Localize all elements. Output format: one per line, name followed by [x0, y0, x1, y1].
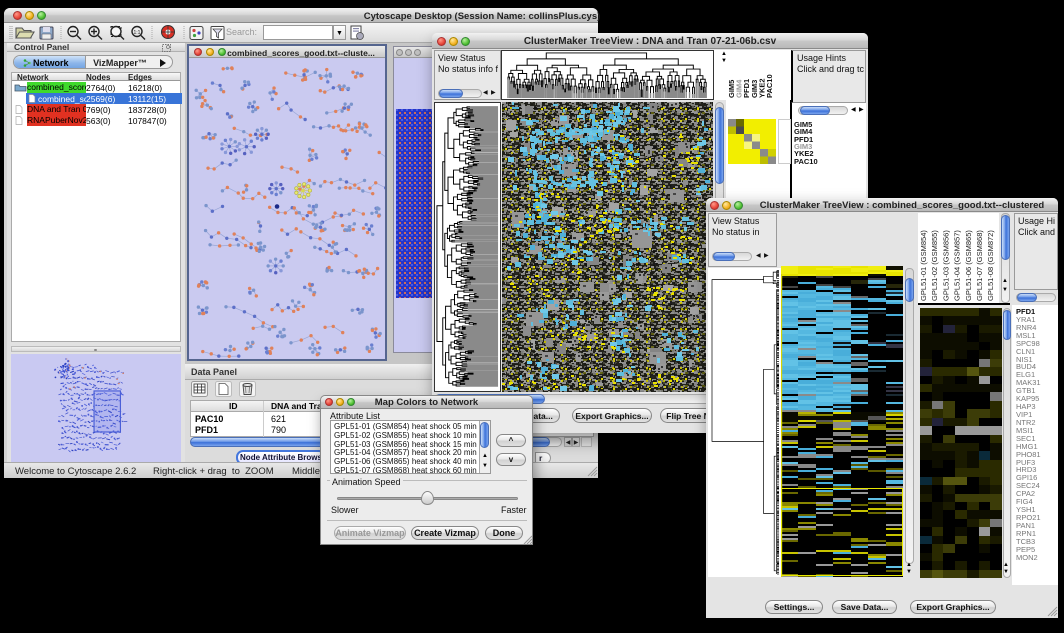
svg-text:GPL51-06 (GSM865): GPL51-06 (GSM865)	[964, 230, 973, 301]
svg-text:GPL51-04 (GSM857): GPL51-04 (GSM857)	[953, 230, 962, 301]
svg-text:GPL51-03 (GSM856): GPL51-03 (GSM856)	[941, 230, 950, 301]
svg-text:GPL51-08 (GSM872): GPL51-08 (GSM872)	[986, 230, 995, 301]
svg-text:PAC10: PAC10	[765, 74, 774, 98]
svg-text:GPL51-02 (GSM855): GPL51-02 (GSM855)	[930, 230, 939, 301]
svg-text:GPL51-07 (GSM868): GPL51-07 (GSM868)	[975, 230, 984, 301]
svg-text:GPL51-01 (GSM854): GPL51-01 (GSM854)	[919, 230, 928, 301]
svg-text:1:1: 1:1	[134, 30, 141, 36]
